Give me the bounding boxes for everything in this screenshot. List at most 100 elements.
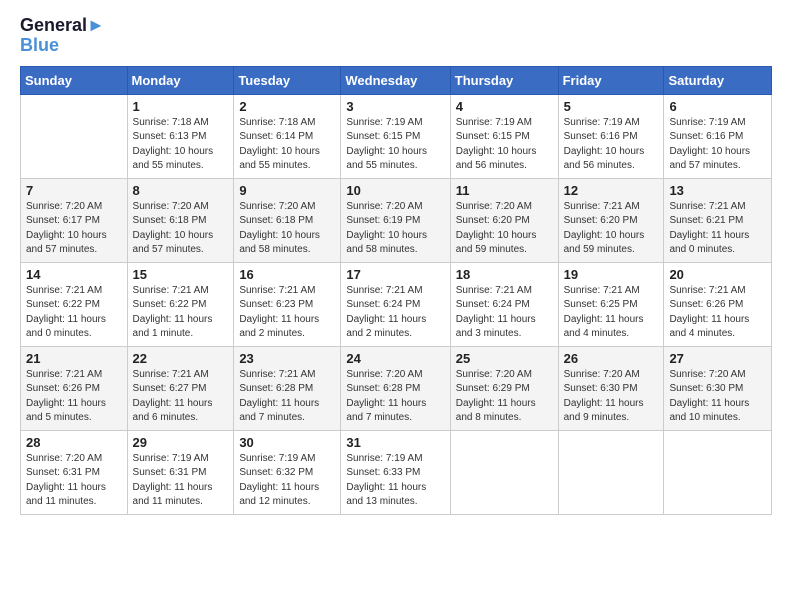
day-number: 5	[564, 99, 659, 114]
calendar-cell	[664, 430, 772, 514]
calendar-cell	[21, 94, 128, 178]
calendar-cell: 7Sunrise: 7:20 AMSunset: 6:17 PMDaylight…	[21, 178, 128, 262]
page: General► Blue SundayMondayTuesdayWednesd…	[0, 0, 792, 612]
calendar-cell: 19Sunrise: 7:21 AMSunset: 6:25 PMDayligh…	[558, 262, 664, 346]
day-info: Sunrise: 7:20 AMSunset: 6:19 PMDaylight:…	[346, 200, 444, 258]
day-info: Sunrise: 7:19 AMSunset: 6:33 PMDaylight:…	[346, 452, 444, 510]
day-info: Sunrise: 7:21 AMSunset: 6:27 PMDaylight:…	[133, 368, 229, 426]
calendar-cell	[558, 430, 664, 514]
day-info: Sunrise: 7:20 AMSunset: 6:18 PMDaylight:…	[133, 200, 229, 258]
day-number: 11	[456, 183, 553, 198]
calendar-cell: 12 Sunrise: 7:21 AMSunset: 6:20 PMDayligh…	[558, 178, 664, 262]
day-info: Sunrise: 7:20 AMSunset: 6:31 PMDaylight:…	[26, 452, 122, 510]
logo-text-general: General►	[20, 16, 105, 36]
calendar-cell: 20 Sunrise: 7:21 AMSunset: 6:26 PMDayligh…	[664, 262, 772, 346]
day-info: Sunrise: 7:18 AMSunset: 6:14 PMDaylight:…	[239, 116, 335, 174]
calendar-table: SundayMondayTuesdayWednesdayThursdayFrid…	[20, 66, 772, 515]
calendar-cell: 30 Sunrise: 7:19 AMSunset: 6:32 PMDayligh…	[234, 430, 341, 514]
calendar-week-row: 21Sunrise: 7:21 AMSunset: 6:26 PMDayligh…	[21, 346, 772, 430]
calendar-week-row: 7Sunrise: 7:20 AMSunset: 6:17 PMDaylight…	[21, 178, 772, 262]
calendar-cell: 11 Sunrise: 7:20 AMSunset: 6:20 PMDayligh…	[450, 178, 558, 262]
day-number: 25	[456, 351, 553, 366]
day-info: Sunrise: 7:20 AMSunset: 6:20 PMDaylight:…	[456, 200, 553, 258]
day-number: 4	[456, 99, 553, 114]
day-number: 9	[239, 183, 335, 198]
calendar-cell: 26Sunrise: 7:20 AMSunset: 6:30 PMDayligh…	[558, 346, 664, 430]
calendar-day-header: Wednesday	[341, 66, 450, 94]
calendar-cell	[450, 430, 558, 514]
day-info: Sunrise: 7:19 AMSunset: 6:32 PMDaylight:…	[239, 452, 335, 510]
calendar-day-header: Friday	[558, 66, 664, 94]
calendar-cell: 10Sunrise: 7:20 AMSunset: 6:19 PMDayligh…	[341, 178, 450, 262]
day-number: 24	[346, 351, 444, 366]
day-info: Sunrise: 7:21 AMSunset: 6:22 PMDaylight:…	[133, 284, 229, 342]
calendar-cell: 24Sunrise: 7:20 AMSunset: 6:28 PMDayligh…	[341, 346, 450, 430]
day-number: 20	[669, 267, 766, 282]
day-number: 17	[346, 267, 444, 282]
day-number: 27	[669, 351, 766, 366]
calendar-day-header: Saturday	[664, 66, 772, 94]
logo: General► Blue	[20, 16, 105, 56]
day-number: 22	[133, 351, 229, 366]
calendar-cell: 4 Sunrise: 7:19 AMSunset: 6:15 PMDaylight…	[450, 94, 558, 178]
calendar-header-row: SundayMondayTuesdayWednesdayThursdayFrid…	[21, 66, 772, 94]
day-number: 16	[239, 267, 335, 282]
calendar-week-row: 1 Sunrise: 7:18 AMSunset: 6:13 PMDaylight…	[21, 94, 772, 178]
day-number: 19	[564, 267, 659, 282]
calendar-cell: 16 Sunrise: 7:21 AMSunset: 6:23 PMDayligh…	[234, 262, 341, 346]
calendar-day-header: Tuesday	[234, 66, 341, 94]
calendar-week-row: 14 Sunrise: 7:21 AMSunset: 6:22 PMDayligh…	[21, 262, 772, 346]
calendar-cell: 13 Sunrise: 7:21 AMSunset: 6:21 PMDayligh…	[664, 178, 772, 262]
calendar-cell: 21Sunrise: 7:21 AMSunset: 6:26 PMDayligh…	[21, 346, 128, 430]
day-number: 13	[669, 183, 766, 198]
day-number: 12	[564, 183, 659, 198]
day-number: 8	[133, 183, 229, 198]
day-number: 28	[26, 435, 122, 450]
day-number: 14	[26, 267, 122, 282]
day-info: Sunrise: 7:21 AMSunset: 6:22 PMDaylight:…	[26, 284, 122, 342]
day-info: Sunrise: 7:21 AMSunset: 6:21 PMDaylight:…	[669, 200, 766, 258]
day-info: Sunrise: 7:19 AMSunset: 6:16 PMDaylight:…	[669, 116, 766, 174]
calendar-day-header: Thursday	[450, 66, 558, 94]
calendar-cell: 3Sunrise: 7:19 AMSunset: 6:15 PMDaylight…	[341, 94, 450, 178]
calendar-cell: 8 Sunrise: 7:20 AMSunset: 6:18 PMDaylight…	[127, 178, 234, 262]
calendar-week-row: 28 Sunrise: 7:20 AMSunset: 6:31 PMDayligh…	[21, 430, 772, 514]
day-number: 21	[26, 351, 122, 366]
calendar-body: 1 Sunrise: 7:18 AMSunset: 6:13 PMDaylight…	[21, 94, 772, 514]
day-info: Sunrise: 7:19 AMSunset: 6:31 PMDaylight:…	[133, 452, 229, 510]
calendar-cell: 22 Sunrise: 7:21 AMSunset: 6:27 PMDayligh…	[127, 346, 234, 430]
calendar-cell: 23Sunrise: 7:21 AMSunset: 6:28 PMDayligh…	[234, 346, 341, 430]
day-number: 31	[346, 435, 444, 450]
day-number: 23	[239, 351, 335, 366]
day-info: Sunrise: 7:18 AMSunset: 6:13 PMDaylight:…	[133, 116, 229, 174]
day-number: 6	[669, 99, 766, 114]
day-info: Sunrise: 7:20 AMSunset: 6:18 PMDaylight:…	[239, 200, 335, 258]
header: General► Blue	[20, 16, 772, 56]
calendar-cell: 25 Sunrise: 7:20 AMSunset: 6:29 PMDayligh…	[450, 346, 558, 430]
calendar-cell: 9 Sunrise: 7:20 AMSunset: 6:18 PMDaylight…	[234, 178, 341, 262]
calendar-cell: 1 Sunrise: 7:18 AMSunset: 6:13 PMDaylight…	[127, 94, 234, 178]
calendar-cell: 6 Sunrise: 7:19 AMSunset: 6:16 PMDaylight…	[664, 94, 772, 178]
day-info: Sunrise: 7:20 AMSunset: 6:29 PMDaylight:…	[456, 368, 553, 426]
day-info: Sunrise: 7:21 AMSunset: 6:23 PMDaylight:…	[239, 284, 335, 342]
calendar-day-header: Monday	[127, 66, 234, 94]
day-number: 29	[133, 435, 229, 450]
calendar-cell: 28 Sunrise: 7:20 AMSunset: 6:31 PMDayligh…	[21, 430, 128, 514]
day-info: Sunrise: 7:21 AMSunset: 6:26 PMDaylight:…	[669, 284, 766, 342]
day-number: 18	[456, 267, 553, 282]
logo-text-blue: Blue	[20, 36, 59, 56]
day-info: Sunrise: 7:20 AMSunset: 6:17 PMDaylight:…	[26, 200, 122, 258]
day-info: Sunrise: 7:21 AMSunset: 6:24 PMDaylight:…	[346, 284, 444, 342]
calendar-cell: 18Sunrise: 7:21 AMSunset: 6:24 PMDayligh…	[450, 262, 558, 346]
day-info: Sunrise: 7:19 AMSunset: 6:15 PMDaylight:…	[456, 116, 553, 174]
day-info: Sunrise: 7:19 AMSunset: 6:16 PMDaylight:…	[564, 116, 659, 174]
day-number: 15	[133, 267, 229, 282]
calendar-cell: 14 Sunrise: 7:21 AMSunset: 6:22 PMDayligh…	[21, 262, 128, 346]
calendar-cell: 29 Sunrise: 7:19 AMSunset: 6:31 PMDayligh…	[127, 430, 234, 514]
calendar-day-header: Sunday	[21, 66, 128, 94]
calendar-cell: 17 Sunrise: 7:21 AMSunset: 6:24 PMDayligh…	[341, 262, 450, 346]
day-info: Sunrise: 7:21 AMSunset: 6:20 PMDaylight:…	[564, 200, 659, 258]
day-number: 30	[239, 435, 335, 450]
day-number: 1	[133, 99, 229, 114]
day-number: 2	[239, 99, 335, 114]
